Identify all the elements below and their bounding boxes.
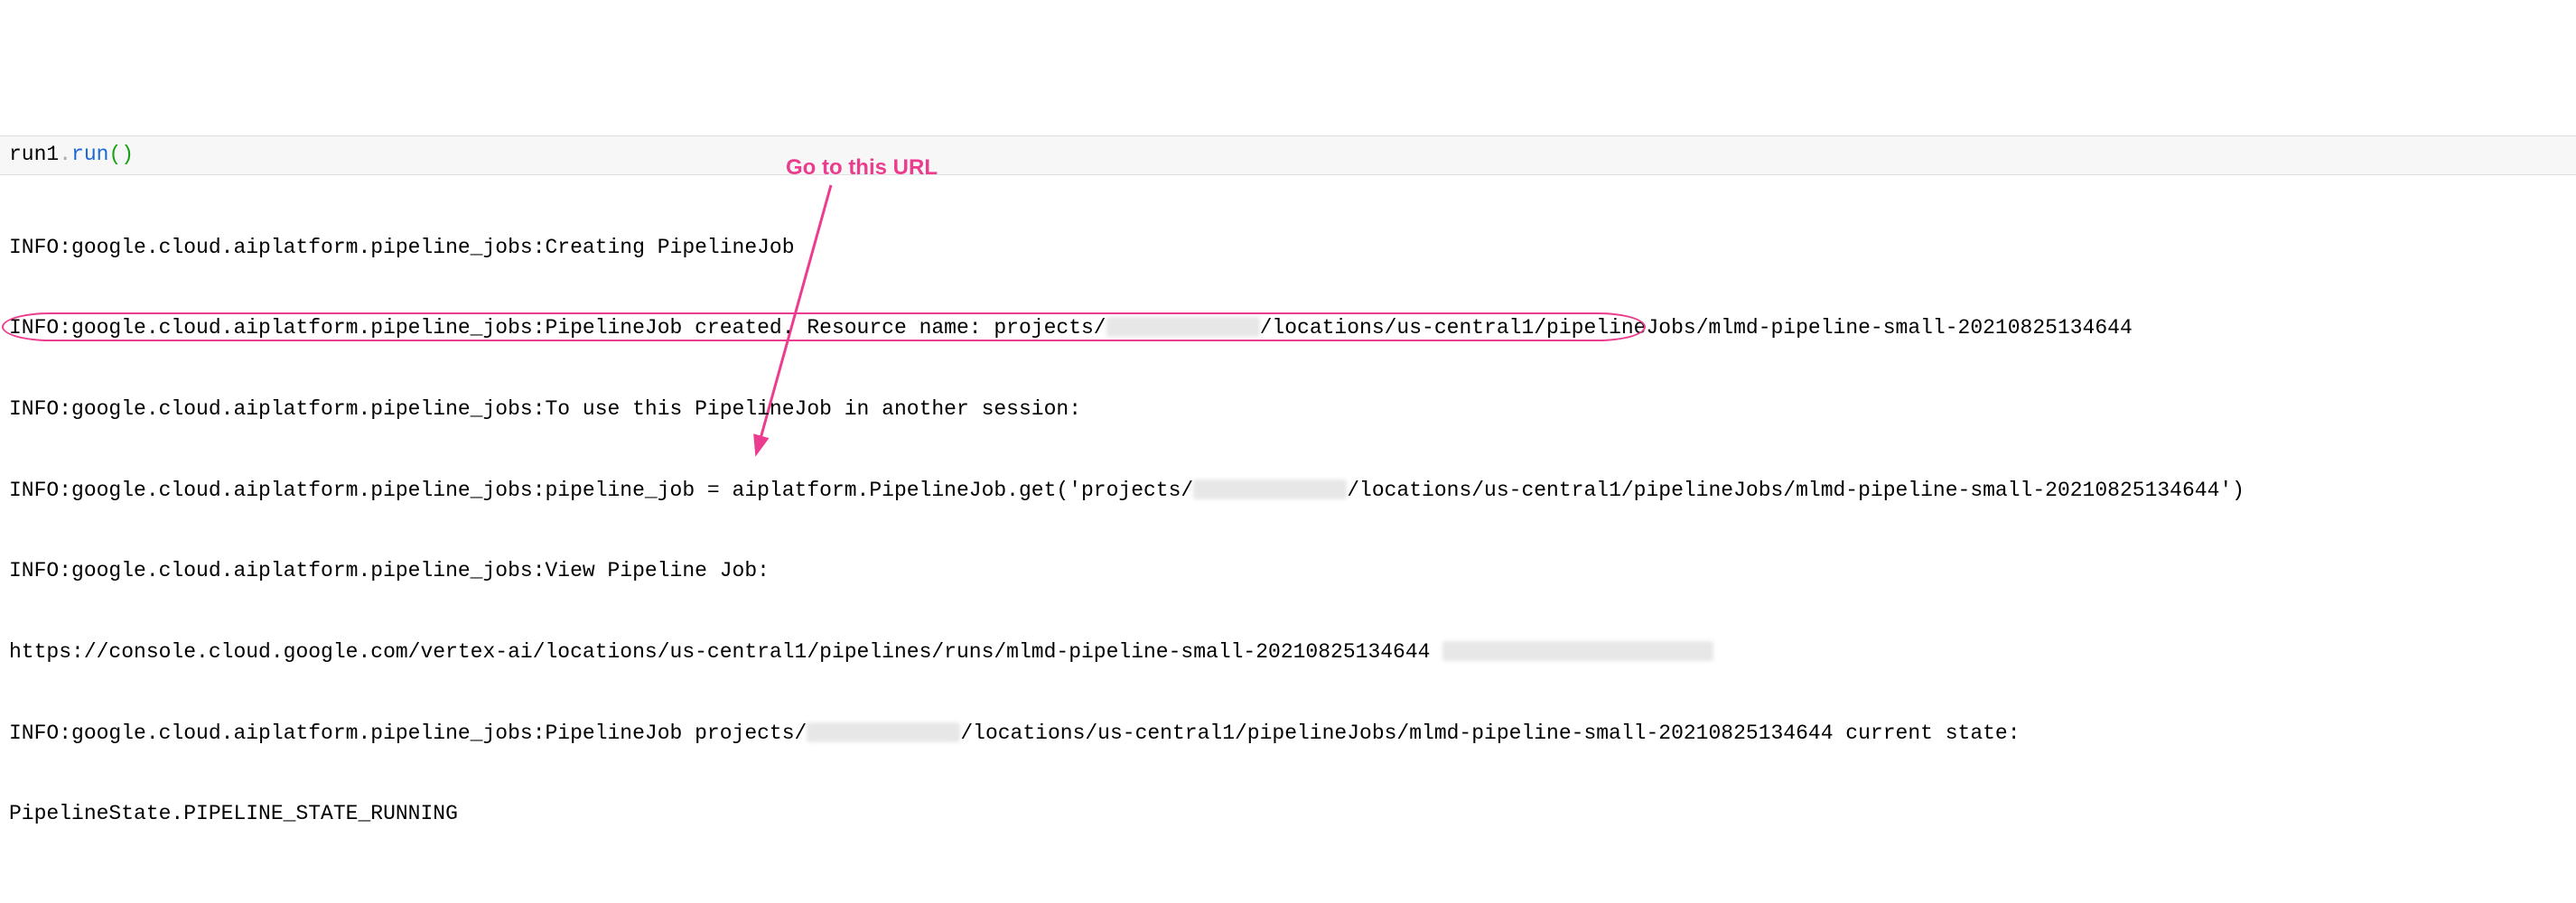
redacted-project-id — [1193, 479, 1347, 499]
log-line: INFO:google.cloud.aiplatform.pipeline_jo… — [9, 235, 2567, 262]
log-line: PipelineState.PIPELINE_STATE_RUNNING — [9, 801, 2567, 828]
log-line: https://console.cloud.google.com/vertex-… — [9, 639, 2567, 666]
code-cell: run1.run() — [0, 135, 2576, 175]
log-text: INFO:google.cloud.aiplatform.pipeline_jo… — [9, 721, 807, 745]
code-paren-open: ( — [108, 143, 121, 166]
log-line: INFO:google.cloud.aiplatform.pipeline_jo… — [9, 478, 2567, 505]
log-text: /locations/us-central1/pipelineJobs/mlmd… — [1260, 316, 2133, 340]
log-text: /locations/us-central1/pipelineJobs/mlmd… — [1347, 479, 2245, 502]
redacted-query-params — [1442, 641, 1713, 661]
code-paren-close: ) — [121, 143, 134, 166]
log-text: /locations/us-central1/pipelineJobs/mlmd… — [960, 721, 2020, 745]
log-line: INFO:google.cloud.aiplatform.pipeline_jo… — [9, 396, 2567, 424]
code-function: run — [71, 143, 108, 166]
code-object: run1 — [9, 143, 59, 166]
log-text: INFO:google.cloud.aiplatform.pipeline_jo… — [9, 316, 1106, 340]
log-text: INFO:google.cloud.aiplatform.pipeline_jo… — [9, 479, 1193, 502]
pipeline-url[interactable]: https://console.cloud.google.com/vertex-… — [9, 640, 1430, 664]
redacted-project-id — [807, 722, 960, 742]
log-line: INFO:google.cloud.aiplatform.pipeline_jo… — [9, 315, 2567, 342]
redacted-project-id — [1106, 317, 1260, 337]
output-log: INFO:google.cloud.aiplatform.pipeline_jo… — [0, 175, 2576, 903]
code-dot: . — [59, 143, 71, 166]
log-line: INFO:google.cloud.aiplatform.pipeline_jo… — [9, 721, 2567, 748]
log-line: INFO:google.cloud.aiplatform.pipeline_jo… — [9, 558, 2567, 585]
